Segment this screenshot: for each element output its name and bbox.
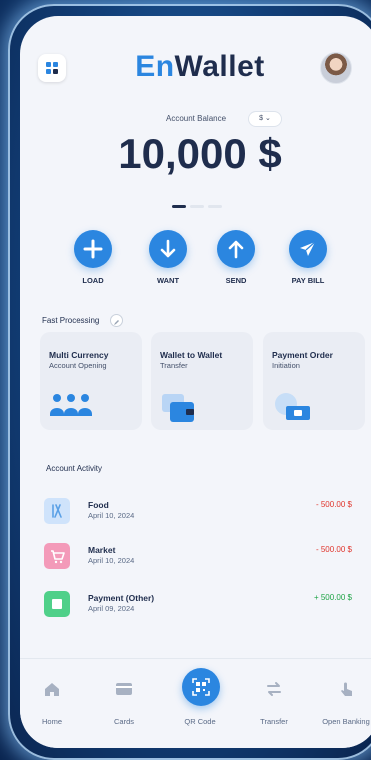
balance-label: Account Balance [166,114,227,123]
balance-amount: 10,000 $ [118,130,282,177]
pay-bill-button[interactable]: PAY BILL [278,230,338,285]
carousel-dot[interactable] [190,205,204,208]
arrow-down-icon [149,230,187,268]
list-item[interactable]: Market April 10, 2024 - 500.00 $ [20,543,371,583]
touch-icon [341,682,352,696]
card-wallet-to-wallet[interactable]: Wallet to Wallet Transfer [151,332,253,430]
phone-screen: EnWallet Account Balance $ ⌄ 10,000 $ LO… [20,16,371,748]
app-logo: EnWallet [135,50,265,83]
account-activity-title: Account Activity [46,464,103,473]
utensils-icon [44,498,70,524]
list-item[interactable]: Food April 10, 2024 - 500.00 $ [20,498,371,538]
load-button[interactable]: LOAD [63,230,123,285]
plus-icon [74,230,112,268]
app-header: EnWallet [20,16,371,116]
shopping-cart-icon [44,543,70,569]
carousel-indicator [172,195,226,213]
carousel-dot[interactable] [208,205,222,208]
quick-actions: LOAD WANT SEND PAY BILL [20,230,371,290]
arrow-up-icon [217,230,255,268]
transfer-icon [267,682,281,696]
card-payment-order[interactable]: Payment Order Initiation [263,332,365,430]
currency-select[interactable]: $ ⌄ [248,111,282,127]
user-avatar[interactable] [320,52,352,84]
card-icon [116,683,132,695]
send-button[interactable]: SEND [206,230,266,285]
want-button[interactable]: WANT [138,230,198,285]
money-icon [272,392,316,429]
carousel-dot[interactable] [172,205,186,208]
wallet-icon [160,392,200,429]
qr-code-icon[interactable] [182,668,220,706]
paper-plane-icon [289,230,327,268]
list-item[interactable]: Payment (Other) April 09, 2024 + 500.00 … [20,591,371,631]
chevron-down-icon: ⌄ [264,115,271,122]
fast-processing-title: Fast Processing [42,316,100,325]
people-icon [49,392,95,423]
card-multi-currency[interactable]: Multi Currency Account Opening [40,332,142,430]
home-icon [45,683,59,696]
edit-icon[interactable] [110,314,123,327]
payment-icon [44,591,70,617]
